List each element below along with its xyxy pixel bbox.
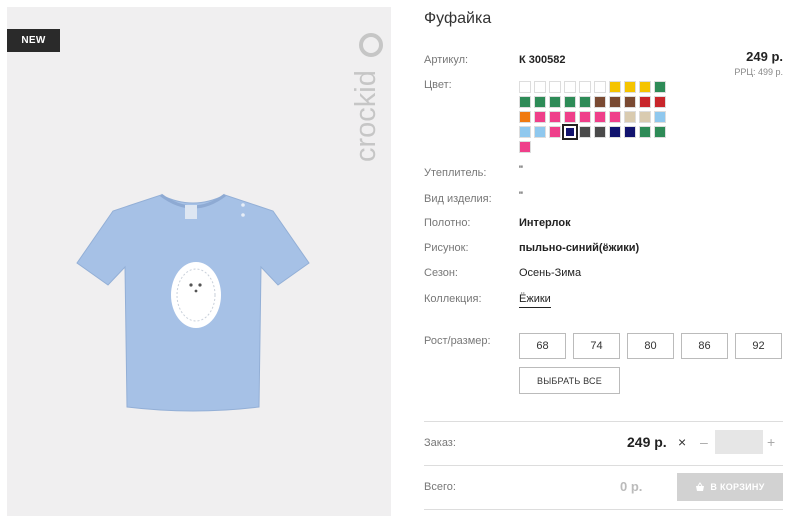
basket-icon	[696, 482, 705, 491]
color-swatch[interactable]	[519, 81, 531, 93]
attr-label-sku: Артикул:	[424, 54, 469, 66]
color-swatch[interactable]	[624, 81, 636, 93]
size-options: 68 74 80 86 92	[519, 333, 782, 359]
divider	[424, 509, 783, 510]
increment-button[interactable]: +	[767, 434, 775, 450]
color-swatch[interactable]	[534, 96, 546, 108]
attr-value-type: "	[519, 190, 523, 202]
total-value: 0 р.	[620, 479, 643, 494]
color-swatch[interactable]	[654, 81, 666, 93]
color-swatch[interactable]	[549, 96, 561, 108]
color-swatch[interactable]	[579, 96, 591, 108]
color-swatch[interactable]	[624, 111, 636, 123]
size-button-74[interactable]: 74	[573, 333, 620, 359]
color-swatch[interactable]	[654, 111, 666, 123]
color-swatch[interactable]	[639, 81, 651, 93]
color-swatch[interactable]	[594, 111, 606, 123]
quantity-input[interactable]	[715, 430, 763, 454]
color-swatch[interactable]	[549, 111, 561, 123]
total-label: Всего:	[424, 481, 456, 493]
tshirt-image	[76, 193, 310, 412]
color-swatch[interactable]	[519, 96, 531, 108]
order-price: 249 р.	[627, 434, 667, 450]
color-swatch[interactable]	[609, 126, 621, 138]
divider	[424, 465, 783, 466]
attr-label-color: Цвет:	[424, 79, 452, 91]
attr-label-print: Рисунок:	[424, 242, 469, 254]
color-swatch[interactable]	[562, 124, 578, 140]
product-price: 249 р.	[746, 49, 783, 64]
product-title: Фуфайка	[424, 10, 492, 27]
decrement-button[interactable]: –	[700, 434, 708, 450]
select-all-button[interactable]: ВЫБРАТЬ ВСЕ	[519, 367, 620, 394]
color-swatch[interactable]	[624, 96, 636, 108]
attr-label-fabric: Полотно:	[424, 217, 471, 229]
color-swatch[interactable]	[579, 111, 591, 123]
attr-value-fabric: Интерлок	[519, 217, 571, 229]
brand-logo-text: crockid	[350, 70, 382, 162]
color-swatch[interactable]	[549, 126, 561, 138]
attr-label-type: Вид изделия:	[424, 193, 492, 205]
color-swatch[interactable]	[534, 111, 546, 123]
attr-value-insulation: "	[519, 164, 523, 176]
color-swatch[interactable]	[654, 126, 666, 138]
color-swatch[interactable]	[654, 96, 666, 108]
color-swatch[interactable]	[639, 96, 651, 108]
color-swatch[interactable]	[624, 126, 636, 138]
color-swatch[interactable]	[519, 141, 531, 153]
divider	[424, 421, 783, 422]
brand-logo: crockid	[350, 33, 383, 162]
collection-link[interactable]: Ёжики	[519, 293, 551, 308]
attr-label-insulation: Утеплитель:	[424, 167, 487, 179]
color-swatch[interactable]	[534, 126, 546, 138]
product-photo[interactable]: NEW crockid	[7, 7, 391, 516]
add-to-cart-label: В КОРЗИНУ	[710, 482, 765, 492]
color-swatch[interactable]	[594, 126, 606, 138]
attr-value-season: Осень-Зима	[519, 267, 582, 279]
color-swatch[interactable]	[549, 81, 561, 93]
attr-label-collection: Коллекция:	[424, 293, 482, 305]
attr-value-collection-wrap: Ёжики	[519, 293, 551, 308]
color-swatches	[519, 81, 669, 153]
size-button-92[interactable]: 92	[735, 333, 782, 359]
color-swatch[interactable]	[594, 81, 606, 93]
new-badge: NEW	[7, 29, 60, 52]
attr-value-sku: К 300582	[519, 54, 566, 66]
add-to-cart-button[interactable]: В КОРЗИНУ	[677, 473, 783, 501]
size-button-86[interactable]: 86	[681, 333, 728, 359]
color-swatch[interactable]	[594, 96, 606, 108]
order-label: Заказ:	[424, 437, 456, 449]
color-swatch[interactable]	[639, 126, 651, 138]
color-swatch[interactable]	[579, 81, 591, 93]
color-swatch[interactable]	[534, 81, 546, 93]
color-swatch[interactable]	[579, 126, 591, 138]
color-swatch[interactable]	[519, 126, 531, 138]
sizes-label: Рост/размер:	[424, 335, 491, 347]
color-swatch[interactable]	[519, 111, 531, 123]
attr-value-print: пыльно-синий(ёжики)	[519, 242, 640, 254]
attr-label-season: Сезон:	[424, 267, 458, 279]
color-swatch[interactable]	[609, 111, 621, 123]
color-swatch[interactable]	[564, 96, 576, 108]
color-swatch[interactable]	[639, 111, 651, 123]
color-swatch[interactable]	[564, 111, 576, 123]
times-icon: ×	[678, 434, 687, 450]
color-swatch[interactable]	[609, 96, 621, 108]
color-swatch[interactable]	[609, 81, 621, 93]
size-button-80[interactable]: 80	[627, 333, 674, 359]
color-swatch[interactable]	[564, 81, 576, 93]
product-rrp: РРЦ: 499 р.	[734, 67, 783, 77]
size-button-68[interactable]: 68	[519, 333, 566, 359]
